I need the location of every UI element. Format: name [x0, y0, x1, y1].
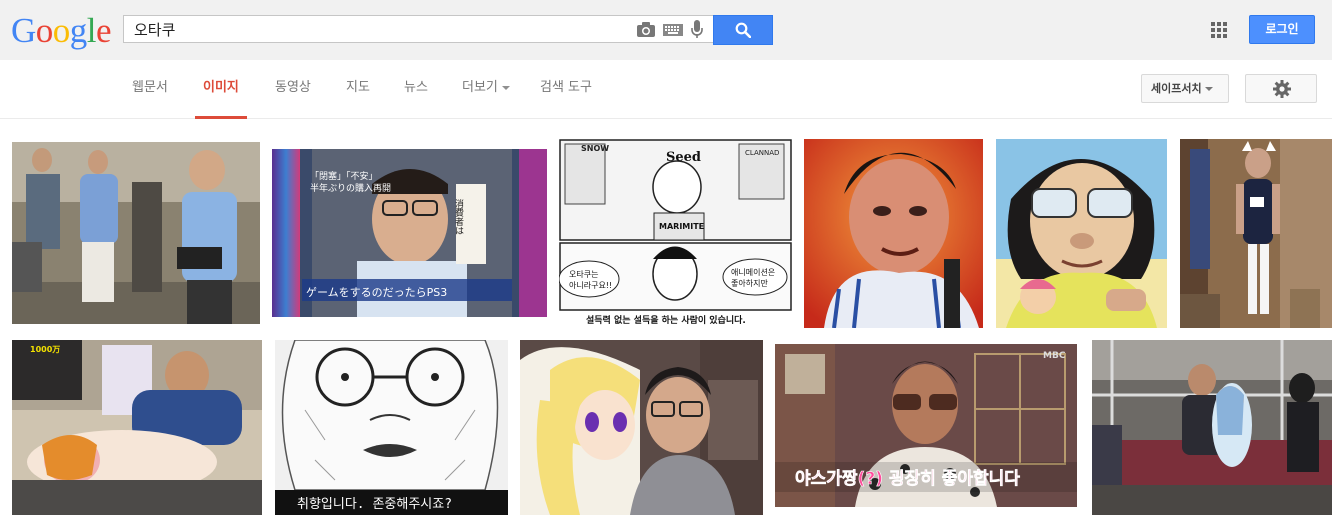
chevron-down-icon	[1204, 87, 1213, 91]
tab-more[interactable]: 더보기	[462, 60, 510, 118]
image-caption: SNOW	[581, 144, 609, 153]
tab-maps[interactable]: 지도	[346, 60, 370, 118]
image-caption: 아니라구요!!	[569, 280, 612, 290]
gear-icon	[1273, 80, 1291, 98]
image-result[interactable]	[996, 139, 1167, 328]
image-caption: MARIMITE	[659, 222, 704, 231]
image-thumbnail: 취향입니다. 존중해주시죠?	[275, 340, 508, 515]
apps-grid-icon[interactable]	[1211, 22, 1227, 38]
keyboard-icon[interactable]	[663, 24, 683, 36]
image-caption: 오타쿠는	[569, 270, 598, 279]
tab-search-tools[interactable]: 검색 도구	[540, 60, 592, 118]
search-button[interactable]	[713, 15, 773, 45]
image-thumbnail	[996, 139, 1167, 328]
image-thumbnail	[520, 340, 763, 515]
image-caption: MBC	[1043, 351, 1066, 361]
image-thumbnail: 1000万	[12, 340, 262, 515]
image-caption: 좋아하지만	[731, 278, 768, 288]
image-thumbnail: 야스가짱(?) 굉장히 좋아합니다 MBC	[775, 344, 1077, 507]
logo-letter: o	[52, 11, 71, 50]
image-caption: 애니메이션은	[731, 267, 775, 277]
image-result[interactable]: 「閉塞」「不安」 半年ぶりの購入再開 消費者は ゲームをするのだったらPS3	[272, 149, 547, 317]
image-thumbnail: 「閉塞」「不安」 半年ぶりの購入再開 消費者は ゲームをするのだったらPS3	[272, 149, 547, 317]
logo-letter: l	[86, 11, 97, 50]
image-result[interactable]	[804, 139, 983, 328]
tab-images[interactable]: 이미지	[195, 60, 247, 119]
image-caption: 消費者は	[453, 198, 464, 235]
image-result[interactable]: 1000万	[12, 340, 262, 515]
search-tabs: 웹문서 이미지 동영상 지도 뉴스 더보기 검색 도구 세이프서치	[0, 60, 1332, 119]
image-caption: CLANNAD	[745, 149, 779, 157]
safesearch-label: 세이프서치	[1151, 82, 1202, 95]
logo-letter: e	[96, 11, 112, 50]
login-button[interactable]: 로그인	[1249, 15, 1315, 44]
tab-videos[interactable]: 동영상	[275, 60, 311, 118]
image-results: 「閉塞」「不安」 半年ぶりの購入再開 消費者は ゲームをするのだったらPS3 S…	[0, 119, 1332, 515]
google-logo[interactable]: Google	[11, 10, 112, 52]
image-result[interactable]	[12, 142, 260, 324]
image-result[interactable]: 야스가짱(?) 굉장히 좋아합니다 MBC	[775, 344, 1077, 507]
image-caption: 설득력 없는 설득을 하는 사람이 있습니다.	[586, 314, 746, 326]
search-box	[123, 15, 635, 43]
image-caption: 「閉塞」「不安」	[310, 170, 378, 182]
image-caption: 半年ぶりの購入再開	[310, 182, 391, 194]
image-result[interactable]: 취향입니다. 존중해주시죠?	[275, 340, 508, 515]
image-thumbnail: SNOW Seed CLANNAD MARIMITE 오타쿠는 아니라구요!! …	[559, 139, 792, 328]
microphone-icon[interactable]	[691, 20, 703, 39]
image-result[interactable]	[1092, 340, 1332, 515]
search-icon	[735, 22, 751, 38]
image-caption: ゲームをするのだったらPS3	[306, 286, 447, 299]
tab-more-label: 더보기	[462, 80, 498, 95]
search-tools	[635, 15, 714, 43]
top-bar: Google 오타쿠 로그인	[0, 0, 1332, 60]
logo-letter: o	[35, 11, 54, 50]
camera-icon[interactable]	[637, 22, 655, 37]
settings-button[interactable]	[1245, 74, 1317, 103]
search-input[interactable]	[134, 19, 624, 39]
image-thumbnail	[804, 139, 983, 328]
image-thumbnail	[1180, 139, 1332, 328]
safesearch-dropdown[interactable]: 세이프서치	[1141, 74, 1229, 103]
image-caption: 취향입니다. 존중해주시죠?	[297, 497, 452, 512]
tab-news[interactable]: 뉴스	[404, 60, 428, 118]
image-caption: 1000万	[30, 345, 60, 354]
image-thumbnail	[1092, 340, 1332, 515]
tab-web[interactable]: 웹문서	[132, 60, 168, 118]
image-result[interactable]	[520, 340, 763, 515]
image-caption: 야스가짱(?) 굉장히 좋아합니다	[795, 468, 1020, 489]
logo-letter: g	[69, 11, 88, 50]
image-caption: Seed	[666, 150, 701, 165]
image-result[interactable]	[1180, 139, 1332, 328]
chevron-down-icon	[501, 85, 510, 90]
image-result[interactable]: SNOW Seed CLANNAD MARIMITE 오타쿠는 아니라구요!! …	[559, 139, 792, 328]
image-thumbnail	[12, 142, 260, 324]
logo-letter: G	[11, 11, 36, 50]
